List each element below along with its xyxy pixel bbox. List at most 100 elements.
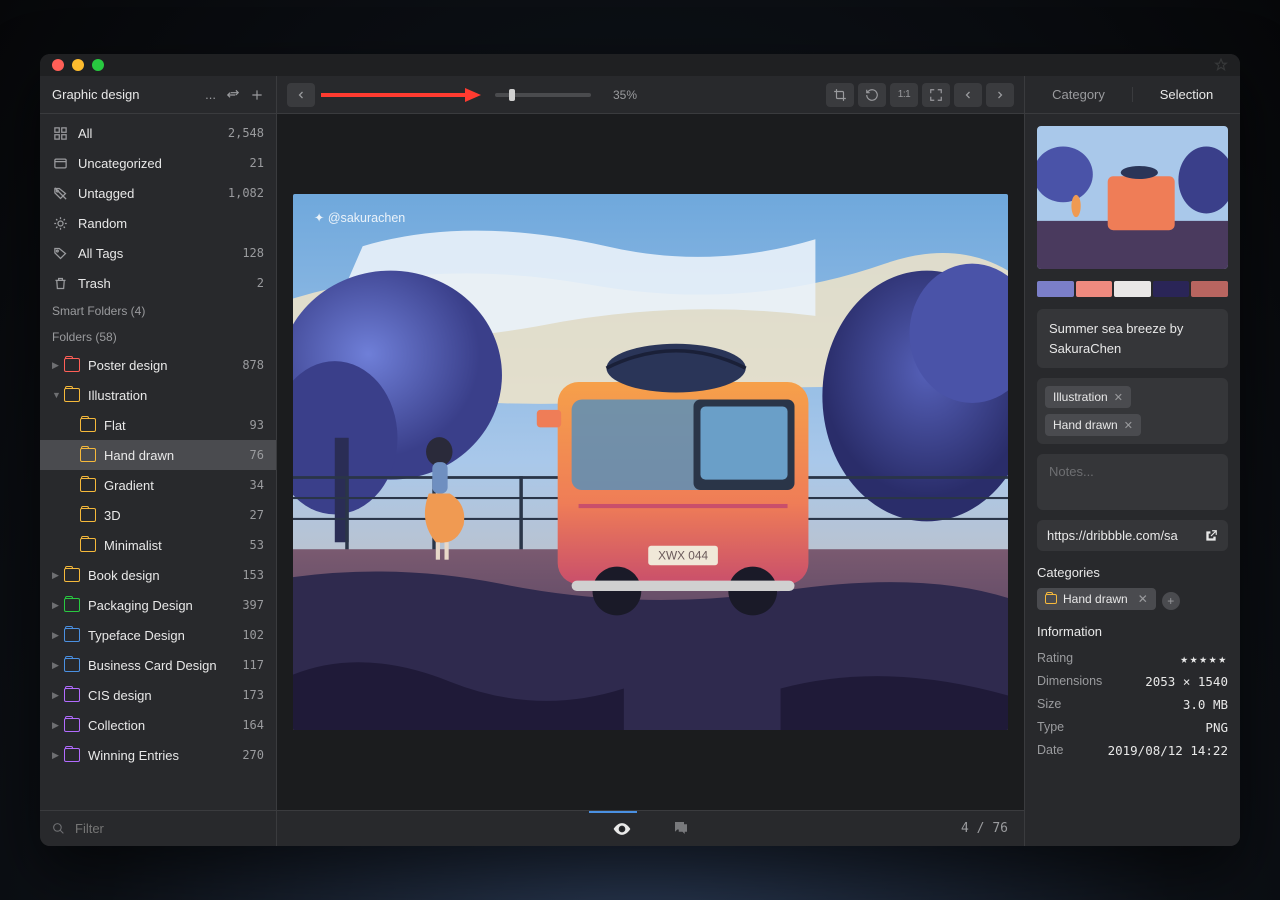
crop-button[interactable] <box>826 83 854 107</box>
image-viewer[interactable]: XWX 044 ✦ @sakurachen <box>277 114 1024 810</box>
folder-packaging-design[interactable]: ▶Packaging Design397 <box>40 590 276 620</box>
tag-illustration[interactable]: Illustration✕ <box>1045 386 1131 408</box>
app-window: Graphic design ... All2,548Uncategorized… <box>40 54 1240 846</box>
caret-icon[interactable]: ▶ <box>52 600 60 611</box>
svg-text:XWX 044: XWX 044 <box>658 549 708 563</box>
folder-flat[interactable]: Flat93 <box>40 410 276 440</box>
folder-icon <box>80 508 96 522</box>
tags-box[interactable]: Illustration✕ Hand drawn✕ <box>1037 378 1228 444</box>
inspector: Category Selection Summer sea <box>1024 76 1240 846</box>
folder-icon <box>64 358 80 372</box>
swatch[interactable] <box>1153 281 1190 297</box>
filter-input[interactable] <box>73 820 264 837</box>
uncat-icon <box>52 155 68 171</box>
inspector-thumbnail[interactable] <box>1037 126 1228 269</box>
info-size-label: Size <box>1037 697 1061 712</box>
remove-tag-icon[interactable]: ✕ <box>1114 391 1123 404</box>
swatch[interactable] <box>1114 281 1151 297</box>
info-date-label: Date <box>1037 743 1063 758</box>
inspector-tabs: Category Selection <box>1025 76 1240 114</box>
random-icon <box>52 215 68 231</box>
categories-row: Hand drawn✕ + <box>1037 588 1228 610</box>
library-truncation: ... <box>205 87 216 102</box>
window-zoom[interactable] <box>92 59 104 71</box>
caret-icon[interactable]: ▶ <box>52 630 60 641</box>
swatch[interactable] <box>1037 281 1074 297</box>
tab-category[interactable]: Category <box>1025 87 1133 102</box>
source-url[interactable]: https://dribbble.com/sa <box>1037 520 1228 551</box>
search-icon <box>52 822 65 835</box>
folder-collection[interactable]: ▶Collection164 <box>40 710 276 740</box>
remove-tag-icon[interactable]: ✕ <box>1124 419 1133 432</box>
sidebar-smart-uncat[interactable]: Uncategorized21 <box>40 148 276 178</box>
swatch[interactable] <box>1191 281 1228 297</box>
caret-icon[interactable]: ▶ <box>52 660 60 671</box>
folder-poster-design[interactable]: ▶Poster design878 <box>40 350 276 380</box>
fit-button[interactable] <box>922 83 950 107</box>
folder-icon <box>64 598 80 612</box>
library-switcher[interactable]: Graphic design ... <box>40 76 276 114</box>
zoom-slider-thumb[interactable] <box>509 89 515 101</box>
folder-business-card-design[interactable]: ▶Business Card Design117 <box>40 650 276 680</box>
caret-icon[interactable]: ▼ <box>52 390 60 400</box>
titlebar <box>40 54 1240 76</box>
sidebar-smart-all[interactable]: All2,548 <box>40 118 276 148</box>
categories-label: Categories <box>1037 565 1228 580</box>
folder-minimalist[interactable]: Minimalist53 <box>40 530 276 560</box>
back-button[interactable] <box>287 83 315 107</box>
sidebar-smart-alltags[interactable]: All Tags128 <box>40 238 276 268</box>
untag-icon <box>52 185 68 201</box>
sidebar-smart-untag[interactable]: Untagged1,082 <box>40 178 276 208</box>
caret-icon[interactable]: ▶ <box>52 690 60 701</box>
notes-input[interactable]: Notes... <box>1037 454 1228 510</box>
folder-3d[interactable]: 3D27 <box>40 500 276 530</box>
folder-icon <box>64 388 80 402</box>
tag-hand-drawn[interactable]: Hand drawn✕ <box>1045 414 1141 436</box>
folder-icon <box>64 748 80 762</box>
swatch[interactable] <box>1076 281 1113 297</box>
category-chip[interactable]: Hand drawn✕ <box>1037 588 1156 610</box>
sidebar-smart-random[interactable]: Random <box>40 208 276 238</box>
folder-gradient[interactable]: Gradient34 <box>40 470 276 500</box>
pin-icon[interactable] <box>1214 58 1228 72</box>
folder-winning-entries[interactable]: ▶Winning Entries270 <box>40 740 276 770</box>
rotate-button[interactable] <box>858 83 886 107</box>
window-minimize[interactable] <box>72 59 84 71</box>
folders-header[interactable]: Folders (58) <box>40 324 276 350</box>
image-title[interactable]: Summer sea breeze by SakuraChen <box>1037 309 1228 368</box>
tab-selection[interactable]: Selection <box>1133 87 1240 102</box>
folder-illustration[interactable]: ▼Illustration <box>40 380 276 410</box>
swap-icon[interactable] <box>226 88 240 102</box>
preview-mode-icon[interactable] <box>612 819 632 839</box>
info-type-label: Type <box>1037 720 1064 735</box>
artwork-watermark: ✦ @sakurachen <box>314 211 405 225</box>
window-close[interactable] <box>52 59 64 71</box>
external-link-icon[interactable] <box>1204 529 1218 543</box>
add-icon[interactable] <box>250 88 264 102</box>
sidebar-smart-trash[interactable]: Trash2 <box>40 268 276 298</box>
add-category-button[interactable]: + <box>1162 592 1180 610</box>
zoom-slider[interactable] <box>495 93 591 97</box>
caret-icon[interactable]: ▶ <box>52 750 60 761</box>
artwork: XWX 044 ✦ @sakurachen <box>293 194 1008 730</box>
sidebar-list: All2,548Uncategorized21Untagged1,082Rand… <box>40 114 276 810</box>
folder-cis-design[interactable]: ▶CIS design173 <box>40 680 276 710</box>
actual-size-button[interactable]: 1:1 <box>890 83 918 107</box>
caret-icon[interactable]: ▶ <box>52 720 60 731</box>
info-dimensions-label: Dimensions <box>1037 674 1102 689</box>
folder-book-design[interactable]: ▶Book design153 <box>40 560 276 590</box>
prev-button[interactable] <box>954 83 982 107</box>
folder-typeface-design[interactable]: ▶Typeface Design102 <box>40 620 276 650</box>
toolbar: 35% 1:1 <box>277 76 1024 114</box>
sidebar-filter[interactable] <box>40 810 276 846</box>
next-button[interactable] <box>986 83 1014 107</box>
caret-icon[interactable]: ▶ <box>52 570 60 581</box>
folder-icon <box>80 448 96 462</box>
remove-category-icon[interactable]: ✕ <box>1138 592 1148 606</box>
caret-icon[interactable]: ▶ <box>52 360 60 371</box>
comments-mode-icon[interactable] <box>672 819 690 839</box>
folder-hand-drawn[interactable]: Hand drawn76 <box>40 440 276 470</box>
info-rating-value[interactable]: ★★★★★ <box>1180 651 1228 666</box>
smart-folders-header[interactable]: Smart Folders (4) <box>40 298 276 324</box>
sidebar: Graphic design ... All2,548Uncategorized… <box>40 76 277 846</box>
